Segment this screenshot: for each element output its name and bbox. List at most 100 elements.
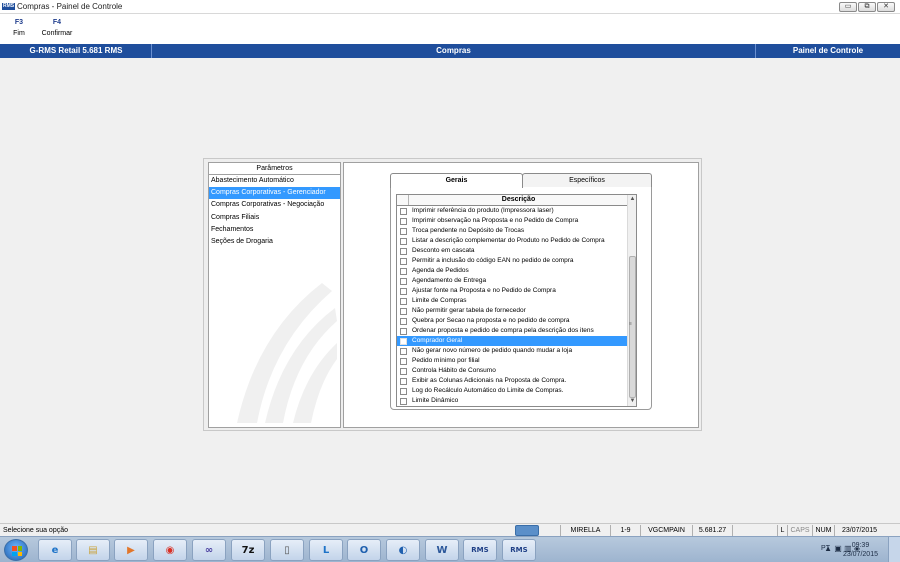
grid-row[interactable]: Log do Recálculo Automático do Limite de…	[397, 386, 628, 396]
taskbar-remote-app-button[interactable]: ◐	[386, 539, 420, 561]
row-checkbox[interactable]	[400, 258, 407, 265]
grid-row[interactable]: Agendamento de Entrega	[397, 276, 628, 286]
close-button[interactable]: ✕	[877, 2, 895, 12]
row-checkbox[interactable]	[400, 348, 407, 355]
taskbar-7zip-button[interactable]: 7z	[231, 539, 265, 561]
status-version: 5.681.27	[692, 525, 732, 536]
row-checkbox[interactable]	[400, 338, 407, 345]
taskbar-outlook-button[interactable]: O	[347, 539, 381, 561]
row-checkbox[interactable]	[400, 378, 407, 385]
f3-fim-button[interactable]: F3 Fim	[10, 19, 28, 37]
clock-time: 09:39	[851, 542, 870, 549]
window-title-bar: RMS Compras - Painel de Controle ▭ ⧉ ✕	[0, 0, 900, 14]
row-checkbox[interactable]	[400, 238, 407, 245]
parametros-item[interactable]: Compras Filiais	[209, 212, 340, 224]
parametros-item[interactable]: Seções de Drogaria	[209, 236, 340, 248]
parametros-item[interactable]: Compras Corporativas - Negociação	[209, 199, 340, 211]
status-bar: Selecione sua opção MIRELLA 1-9 VGCMPAIN…	[0, 523, 900, 536]
row-checkbox[interactable]	[400, 218, 407, 225]
tab-especificos[interactable]: Específicos	[522, 173, 652, 187]
row-checkbox[interactable]	[400, 268, 407, 275]
grid-row[interactable]: Agenda de Pedidos	[397, 266, 628, 276]
taskbar-lync-button[interactable]: L	[309, 539, 343, 561]
row-description: Exibir as Colunas Adicionais na Proposta…	[412, 377, 567, 384]
grid-row[interactable]: Ordenar proposta e pedido de compra pela…	[397, 326, 628, 336]
grid-row[interactable]: Imprimir referência do produto (Impresso…	[397, 206, 628, 216]
row-checkbox[interactable]	[400, 398, 407, 405]
descricao-column-header[interactable]: Descrição	[409, 195, 628, 205]
grid-row[interactable]: Exibir as Colunas Adicionais na Proposta…	[397, 376, 628, 386]
row-checkbox[interactable]	[400, 278, 407, 285]
status-caps-indicator: CAPS	[787, 525, 812, 536]
taskbar-rms-2-button[interactable]: RMS	[502, 539, 536, 561]
parametros-item[interactable]: Abastecimento Automático	[209, 175, 340, 187]
row-checkbox[interactable]	[400, 318, 407, 325]
grid-row[interactable]: Troca pendente no Depósito de Trocas	[397, 226, 628, 236]
row-description: Quebra por Secao na proposta e no pedido…	[412, 317, 570, 324]
parametros-header: Parâmetros	[209, 163, 340, 175]
row-checkbox[interactable]	[400, 308, 407, 315]
restore-button[interactable]: ⧉	[858, 2, 876, 12]
row-checkbox[interactable]	[400, 298, 407, 305]
start-button[interactable]	[4, 539, 28, 561]
f3-action-label: Fim	[13, 30, 25, 37]
grid-row[interactable]: Quebra por Secao na proposta e no pedido…	[397, 316, 628, 326]
row-checkbox[interactable]	[400, 368, 407, 375]
row-description: Troca pendente no Depósito de Trocas	[412, 227, 525, 234]
grid-row[interactable]: Permitir a inclusão do código EAN no ped…	[397, 256, 628, 266]
row-checkbox[interactable]	[400, 388, 407, 395]
row-description: Agenda de Pedidos	[412, 267, 469, 274]
system-version-label: G-RMS Retail 5.681 RMS	[29, 46, 123, 55]
row-checkbox[interactable]	[400, 288, 407, 295]
tab-gerais[interactable]: Gerais	[390, 173, 523, 188]
grid-row[interactable]: Não gerar novo número de pedido quando m…	[397, 346, 628, 356]
word-icon: W	[436, 544, 448, 556]
file-explorer-icon: ▤	[88, 544, 98, 556]
grid-row[interactable]: Não permitir gerar tabela de fornecedor	[397, 306, 628, 316]
status-empty	[732, 525, 777, 536]
grid-row[interactable]: Limite de Compras	[397, 296, 628, 306]
row-description: Ordenar proposta e pedido de compra pela…	[412, 327, 594, 334]
grid-row[interactable]: Pedido mínimo por filial	[397, 356, 628, 366]
row-description: Imprimir referência do produto (Impresso…	[412, 207, 554, 214]
grid-row-selected[interactable]: Comprador Geral	[397, 336, 628, 346]
row-checkbox[interactable]	[400, 248, 407, 255]
taskbar-media-player-button[interactable]: ▶	[114, 539, 148, 561]
status-num-indicator: NUM	[812, 525, 834, 536]
taskbar-file-explorer-button[interactable]: ▤	[76, 539, 110, 561]
row-description: Não gerar novo número de pedido quando m…	[412, 347, 573, 354]
row-description: Permitir a inclusão do código EAN no ped…	[412, 257, 574, 264]
row-checkbox[interactable]	[400, 328, 407, 335]
grid-row[interactable]: Controla Hábito de Consumo	[397, 366, 628, 376]
taskbar-chrome-button[interactable]: ◉	[153, 539, 187, 561]
network-app-icon: ∞	[204, 544, 214, 556]
grid-row[interactable]: Listar a descrição complementar do Produ…	[397, 236, 628, 246]
taskbar-rms-1-button[interactable]: RMS	[463, 539, 497, 561]
grid-row[interactable]: Desconto em cascata	[397, 246, 628, 256]
grid-row[interactable]: Limite Dinâmico	[397, 396, 628, 406]
row-checkbox[interactable]	[400, 208, 407, 215]
taskbar-blank-document-button[interactable]: ▯	[270, 539, 304, 561]
7zip-icon: 7z	[241, 544, 255, 556]
row-checkbox[interactable]	[400, 358, 407, 365]
parametros-item-selected[interactable]: Compras Corporativas - Gerenciador	[209, 187, 340, 200]
scrollbar-thumb[interactable]	[629, 256, 636, 398]
taskbar-internet-explorer-button[interactable]: e	[38, 539, 72, 561]
show-desktop-button[interactable]	[888, 537, 900, 562]
f4-key-label: F4	[52, 19, 62, 26]
grid-vertical-scrollbar[interactable]: ▲ ≡ ▼	[627, 195, 636, 406]
scroll-up-arrow-icon[interactable]: ▲	[628, 195, 636, 204]
row-checkbox[interactable]	[400, 228, 407, 235]
taskbar-network-app-button[interactable]: ∞	[192, 539, 226, 561]
status-user: MIRELLA	[560, 525, 610, 536]
row-description: Ajustar fonte na Proposta e no Pedido de…	[412, 287, 556, 294]
parametros-item[interactable]: Fechamentos	[209, 224, 340, 236]
f4-confirmar-button[interactable]: F4 Confirmar	[38, 19, 76, 37]
minimize-button[interactable]: ▭	[839, 2, 857, 12]
grid-row[interactable]: Imprimir observação na Proposta e no Ped…	[397, 216, 628, 226]
status-message: Selecione sua opção	[3, 527, 68, 534]
scroll-down-arrow-icon[interactable]: ▼	[628, 397, 636, 406]
taskbar-word-button[interactable]: W	[425, 539, 459, 561]
system-clock[interactable]: 09:39 23/07/2015	[843, 541, 878, 559]
grid-row[interactable]: Ajustar fonte na Proposta e no Pedido de…	[397, 286, 628, 296]
